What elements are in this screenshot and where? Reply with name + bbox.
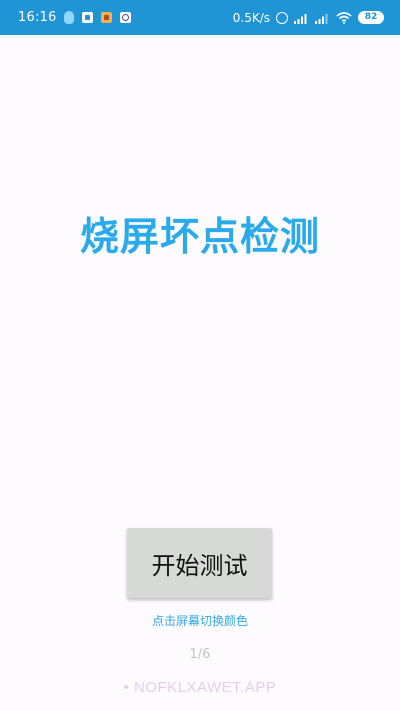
battery-icon: 82 — [358, 11, 384, 24]
status-bar: 16:16 0.5K/s 82 — [0, 0, 400, 35]
signal-hd-icon — [294, 12, 309, 24]
qq-icon — [64, 11, 75, 24]
alarm-icon — [276, 11, 288, 24]
orange-app-icon — [101, 12, 113, 23]
status-bar-left: 16:16 — [18, 0, 132, 35]
watermark-text: • NOFKLXAWET.APP — [123, 679, 277, 696]
circle-app-icon — [120, 12, 132, 23]
app-screen[interactable]: 16:16 0.5K/s 82 烧屏坏点检测 开始测试 点击屏幕切换颜色 1/6… — [0, 0, 400, 711]
signal-icon — [315, 12, 330, 24]
app-title: 烧屏坏点检测 — [79, 215, 320, 260]
page-indicator: 1/6 — [189, 647, 211, 662]
network-speed: 0.5K/s — [232, 10, 270, 25]
square-app-icon — [82, 12, 94, 23]
start-test-button[interactable]: 开始测试 — [127, 528, 272, 598]
status-bar-right: 0.5K/s 82 — [233, 0, 384, 35]
tap-hint-text: 点击屏幕切换颜色 — [151, 614, 248, 628]
status-time: 16:16 — [18, 10, 57, 25]
wifi-icon — [336, 11, 352, 24]
